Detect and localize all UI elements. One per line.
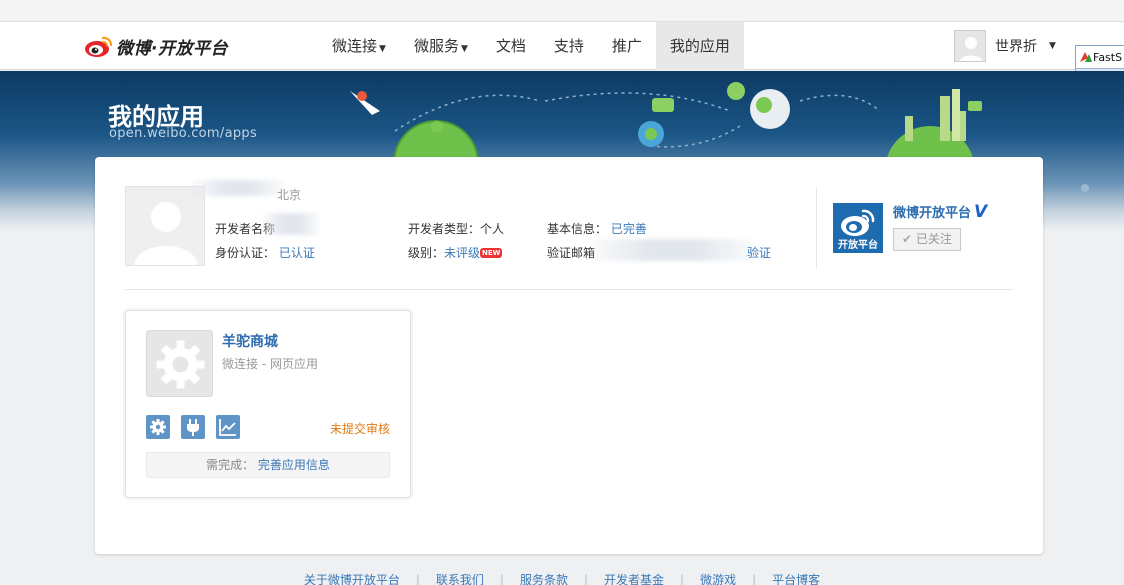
footer-separator: | — [499, 573, 504, 585]
complete-app-info-link[interactable]: 完善应用信息 — [258, 458, 330, 472]
nav-item-promote[interactable]: 推广 — [598, 22, 656, 70]
weibo-open-logo[interactable]: 微博·开放平台 — [84, 34, 228, 59]
todo-bar: 需完成： 完善应用信息 — [146, 452, 390, 478]
caret-down-icon: ▼ — [460, 44, 468, 54]
developer-type-label: 开发者类型： — [408, 222, 481, 236]
official-name-text: 微博开放平台 — [893, 206, 972, 221]
footer-separator: | — [752, 573, 757, 585]
main-nav: 微连接 ▼ 微服务 ▼ 文档 支持 推广 我的应用 — [318, 22, 744, 70]
logo-text: 微博·开放平台 — [116, 38, 228, 59]
redacted-region — [263, 213, 319, 235]
avatar[interactable] — [954, 30, 986, 62]
level-label: 级别： — [408, 246, 445, 260]
email-row: 验证邮箱 — [547, 244, 595, 261]
identity-link[interactable]: 已认证 — [279, 246, 315, 260]
official-account-logo[interactable]: 开放平台 — [833, 203, 883, 253]
redacted-region — [193, 180, 283, 196]
nav-label: 文档 — [495, 37, 526, 55]
user-name: 世界折 — [995, 39, 1037, 55]
faststone-icon — [1080, 52, 1092, 62]
nav-label: 微服务 — [413, 37, 459, 55]
basic-info-row: 基本信息： 已完善 — [547, 220, 647, 237]
footer-link-about[interactable]: 关于微博开放平台 — [304, 573, 400, 585]
header-navbar: 微博·开放平台 微连接 ▼ 微服务 ▼ 文档 支持 推广 我的应用 世界折 ▼ — [0, 22, 1124, 70]
nav-label: 支持 — [553, 37, 584, 55]
user-silhouette-icon — [959, 37, 983, 61]
main-card: 北京 开发者名称 身份认证： 已认证 开发者类型：个人 级别：未评级 NEW 基本… — [95, 157, 1043, 554]
footer-link-terms[interactable]: 服务条款 — [520, 573, 568, 585]
level-link[interactable]: 未评级 — [444, 246, 480, 260]
verified-v-icon: V — [974, 202, 988, 222]
footer-separator: | — [583, 573, 589, 585]
footer-separator: | — [680, 573, 685, 585]
developer-type-row: 开发者类型：个人 — [408, 220, 504, 237]
app-name-link[interactable]: 羊驼商城 — [222, 331, 278, 351]
official-account-name[interactable]: 微博开放平台 V — [893, 202, 987, 222]
check-icon: ✔ — [902, 232, 913, 246]
review-status: 未提交审核 — [330, 422, 391, 436]
todo-label: 需完成： — [206, 458, 255, 472]
footer-link-fund[interactable]: 开发者基金 — [604, 573, 664, 585]
nav-item-weifuwu[interactable]: 微服务 ▼ — [400, 22, 482, 70]
nav-item-my-apps[interactable]: 我的应用 — [655, 22, 744, 70]
email-verify-row: 验证 — [747, 244, 771, 261]
footer-links: 关于微博开放平台 | 联系我们 | 服务条款 | 开发者基金 | 微游戏 | 平台博客 — [0, 571, 1124, 585]
nav-item-support[interactable]: 支持 — [540, 22, 598, 70]
footer-link-contact[interactable]: 联系我们 — [436, 573, 484, 585]
developer-avatar[interactable] — [125, 186, 205, 266]
widget-title: FastS — [1093, 50, 1123, 64]
nav-label: 推广 — [611, 37, 642, 55]
widget-title-row: FastS — [1076, 46, 1124, 68]
app-settings-button[interactable] — [146, 415, 170, 439]
chart-icon — [219, 419, 236, 436]
logo-caption: 开放平台 — [838, 240, 878, 251]
nav-label: 我的应用 — [669, 37, 730, 55]
new-badge: NEW — [480, 248, 503, 258]
app-icon[interactable] — [146, 330, 213, 397]
gear-icon — [156, 340, 205, 389]
developer-type-value: 个人 — [480, 222, 505, 236]
nav-item-weilianjie[interactable]: 微连接 ▼ — [318, 22, 400, 70]
user-silhouette-icon — [134, 202, 198, 265]
plug-icon — [187, 419, 199, 436]
section-divider — [125, 289, 1013, 290]
app-stats-button[interactable] — [216, 415, 240, 439]
basic-info-label: 基本信息： — [547, 222, 608, 236]
divider — [816, 187, 817, 269]
footer-link-blog[interactable]: 平台博客 — [772, 573, 820, 585]
nav-item-docs[interactable]: 文档 — [482, 22, 540, 70]
caret-down-icon[interactable]: ▼ — [1049, 41, 1056, 51]
followed-button[interactable]: ✔ 已关注 — [893, 228, 961, 251]
followed-label: 已关注 — [915, 232, 952, 246]
footer-separator: | — [415, 573, 420, 585]
app-plugin-button[interactable] — [181, 415, 205, 439]
email-verify-link[interactable]: 验证 — [747, 246, 771, 260]
browser-top-strip — [0, 0, 1124, 22]
identity-label: 身份认证： — [215, 246, 276, 260]
app-card[interactable]: 羊驼商城 微连接 - 网页应用 未提交审核 需完成： 完善应用信息 — [125, 310, 411, 498]
page-subtitle: open.weibo.com/apps — [109, 126, 258, 141]
nav-label: 微连接 — [332, 37, 378, 55]
gear-icon — [150, 419, 166, 435]
redacted-region — [593, 239, 753, 261]
developer-location: 北京 — [277, 188, 302, 202]
user-menu[interactable]: 世界折 ▼ — [954, 30, 1056, 62]
level-row: 级别：未评级 NEW — [408, 244, 503, 261]
caret-down-icon: ▼ — [379, 44, 386, 54]
footer-link-games[interactable]: 微游戏 — [700, 573, 736, 585]
weibo-eye-icon — [84, 34, 114, 58]
identity-row: 身份认证： 已认证 — [215, 244, 315, 261]
basic-info-link[interactable]: 已完善 — [611, 222, 647, 236]
app-type: 微连接 - 网页应用 — [222, 357, 318, 371]
email-label: 验证邮箱 — [547, 246, 596, 260]
